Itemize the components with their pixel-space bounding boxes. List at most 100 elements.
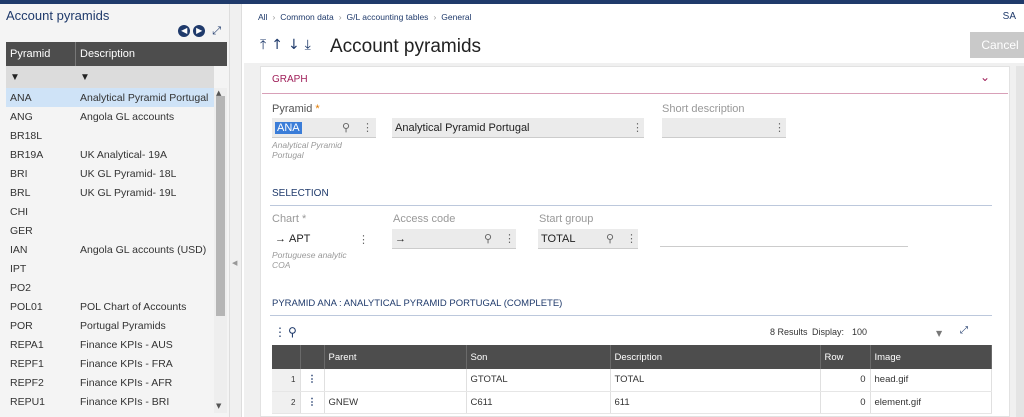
pyramid-code: GER <box>10 224 33 237</box>
start-group-field[interactable]: TOTAL ⚲ ⋮ <box>538 229 638 249</box>
list-item[interactable]: BRI UK GL Pyramid- 18L <box>6 164 214 183</box>
list-item[interactable]: IPT <box>6 259 214 278</box>
left-scrollbar[interactable]: ▲ ▼ <box>214 88 227 413</box>
list-item[interactable]: GER <box>6 221 214 240</box>
column-header-image[interactable]: Image <box>870 345 992 369</box>
list-item[interactable]: POL01 POL Chart of Accounts <box>6 297 214 316</box>
expand-icon[interactable]: ⤢ <box>960 325 968 336</box>
table-row[interactable]: 2 ⋮ GNEW C611 611 0 element.gif <box>272 391 992 414</box>
column-header-son[interactable]: Son <box>466 345 611 369</box>
left-filter-row: ▼ ▼ <box>6 66 214 88</box>
pyramid-description: Finance KPIs - AUS <box>80 338 173 351</box>
cancel-button[interactable]: Cancel <box>970 32 1024 58</box>
main-scrollbar[interactable] <box>1016 66 1024 417</box>
list-item[interactable]: REPF1 Finance KPIs - FRA <box>6 354 214 373</box>
breadcrumb-item[interactable]: G/L accounting tables <box>347 12 429 22</box>
breadcrumb-item[interactable]: General <box>441 12 471 22</box>
previous-record-icon[interactable]: ↑ <box>271 37 283 53</box>
list-item[interactable]: ANG Angola GL accounts <box>6 107 214 126</box>
page-title: Account pyramids <box>330 36 482 57</box>
breadcrumb: All › Common data › G/L accounting tables ›… <box>258 12 472 22</box>
column-header-description[interactable]: Description <box>76 42 139 66</box>
list-item[interactable]: ANA Analytical Pyramid Portugal <box>6 88 214 107</box>
list-item[interactable]: PO2 <box>6 278 214 297</box>
cell-image: element.gif <box>870 391 992 414</box>
more-options-icon[interactable]: ⋮ <box>362 121 373 134</box>
search-icon[interactable]: ⚲ <box>484 232 492 245</box>
more-options-icon[interactable]: ⋮ <box>626 232 637 245</box>
pyramid-code: IAN <box>10 243 28 256</box>
panel-splitter[interactable]: ◀ <box>230 4 242 417</box>
pyramid-code: ANA <box>10 91 32 104</box>
pyramid-code: PO2 <box>10 281 32 294</box>
list-item[interactable]: POR Portugal Pyramids <box>6 316 214 335</box>
pyramid-code: BR18L <box>10 129 43 142</box>
chart-field[interactable]: → APT ⋮ <box>272 229 376 249</box>
list-item[interactable]: REPF2 Finance KPIs - AFR <box>6 373 214 392</box>
left-table-header: Pyramid Description <box>6 42 227 66</box>
search-icon[interactable]: ⚲ <box>342 121 350 134</box>
list-item[interactable]: IAN Angola GL accounts (USD) <box>6 240 214 259</box>
more-options-icon[interactable]: ⋮ <box>774 121 785 134</box>
user-badge[interactable]: SA <box>1003 11 1016 22</box>
short-description-label: Short description <box>662 103 745 115</box>
access-code-field[interactable]: → ⚲ ⋮ <box>392 229 516 249</box>
list-item[interactable]: BR19A UK Analytical- 19A <box>6 145 214 164</box>
pyramid-field[interactable]: ANA ⚲ ⋮ <box>272 118 376 138</box>
scroll-thumb[interactable] <box>216 96 225 316</box>
pyramid-description: UK Analytical- 19A <box>80 148 167 161</box>
last-record-icon[interactable]: ⤓ <box>305 37 311 53</box>
cell-image: head.gif <box>870 369 992 392</box>
list-item[interactable]: CHI <box>6 202 214 221</box>
pyramid-description: UK GL Pyramid- 18L <box>80 167 177 180</box>
display-label: Display: <box>812 327 845 337</box>
left-list: ANA Analytical Pyramid Portugal ANG Angola … <box>6 88 214 411</box>
pyramid-description-field[interactable]: Analytical Pyramid Portugal ⋮ <box>392 118 644 138</box>
breadcrumb-item[interactable]: All <box>258 12 267 22</box>
short-description-field[interactable]: ⋮ <box>662 118 786 138</box>
row-actions-icon[interactable]: ⋮ <box>300 391 325 414</box>
pyramid-code: POL01 <box>10 300 43 313</box>
column-header-description[interactable]: Description <box>610 345 821 369</box>
next-arrow-icon[interactable]: ▶ <box>193 25 206 37</box>
chevron-right-icon: › <box>338 12 342 22</box>
more-options-icon[interactable]: ⋮ <box>274 325 286 339</box>
column-header-pyramid[interactable]: Pyramid <box>6 42 76 66</box>
pyramid-code: CHI <box>10 205 29 218</box>
collapse-left-icon[interactable]: ◀ <box>232 259 237 267</box>
first-record-icon[interactable]: ⤒ <box>260 37 266 53</box>
pyramid-code: REPF1 <box>10 357 44 370</box>
breadcrumb-item[interactable]: Common data <box>280 12 333 22</box>
list-item[interactable]: BRL UK GL Pyramid- 19L <box>6 183 214 202</box>
list-item[interactable]: BR18L <box>6 126 214 145</box>
search-icon[interactable]: ⚲ <box>288 325 297 339</box>
column-header-parent[interactable]: Parent <box>324 345 467 369</box>
expand-icon[interactable]: ⤢ <box>212 24 221 38</box>
more-options-icon[interactable]: ⋮ <box>504 232 515 245</box>
section-title-pyramid: PYRAMID ANA : ANALYTICAL PYRAMID PORTUGA… <box>272 298 563 309</box>
table-row[interactable]: 1 ⋮ GTOTAL TOTAL 0 head.gif <box>272 369 992 392</box>
next-record-icon[interactable]: ↓ <box>288 37 300 53</box>
pyramid-code: REPU1 <box>10 395 46 408</box>
column-header-row[interactable]: Row <box>820 345 871 369</box>
filter-icon[interactable]: ▼ <box>76 72 90 83</box>
filter-icon[interactable]: ▼ <box>6 72 76 83</box>
search-icon[interactable]: ⚲ <box>606 232 614 245</box>
section-title-selection: SELECTION <box>272 188 329 199</box>
row-actions-icon[interactable]: ⋮ <box>300 369 325 392</box>
chevron-down-icon[interactable]: ⌄ <box>980 70 990 84</box>
divider <box>270 315 992 316</box>
section-title-graph: GRAPH <box>272 74 308 85</box>
pyramid-description: Finance KPIs - FRA <box>80 357 173 370</box>
display-select[interactable]: 100 <box>852 327 867 337</box>
dropdown-arrow-icon[interactable]: ▼ <box>936 329 942 338</box>
scroll-down-icon[interactable]: ▼ <box>216 402 221 410</box>
pyramid-subtitle: Analytical Pyramid Portugal <box>272 140 342 160</box>
previous-arrow-icon[interactable]: ◀ <box>178 25 191 37</box>
list-item[interactable]: REPA1 Finance KPIs - AUS <box>6 335 214 354</box>
list-item[interactable]: REPU1 Finance KPIs - BRI <box>6 392 214 411</box>
start-group-description-field[interactable] <box>660 246 908 247</box>
cell-description: TOTAL <box>610 369 821 392</box>
more-options-icon[interactable]: ⋮ <box>358 233 369 246</box>
more-options-icon[interactable]: ⋮ <box>632 121 643 134</box>
